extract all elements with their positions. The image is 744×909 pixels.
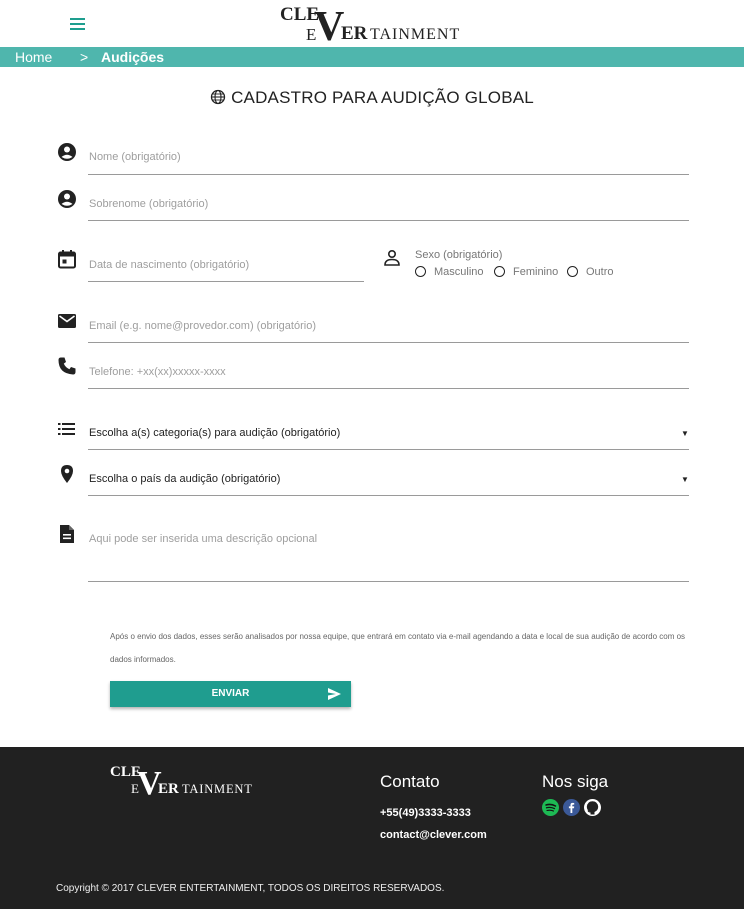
list-icon [58, 423, 75, 435]
submission-note: Após o envio dos dados, esses serão anal… [110, 632, 686, 664]
breadcrumb: Home > Audições [0, 47, 744, 67]
radio-button[interactable] [567, 266, 578, 277]
description-textarea[interactable]: Aqui pode ser inserida uma descrição opc… [89, 533, 317, 545]
page-title: CADASTRO PARA AUDIÇÃO GLOBAL [0, 88, 744, 108]
clever-logo[interactable]: CLE V E ER TAINMENT [280, 2, 470, 44]
calendar-icon [58, 250, 76, 269]
submit-button-label: ENVIAR [211, 688, 250, 699]
footer-clever-logo[interactable]: CLE V E ER TAINMENT [110, 761, 260, 797]
svg-text:TAINMENT: TAINMENT [370, 26, 460, 43]
account-circle-icon [58, 190, 76, 208]
facebook-icon[interactable] [563, 799, 580, 816]
copyright-text: Copyright © 2017 CLEVER ENTERTAINMENT, T… [56, 883, 445, 894]
svg-text:V: V [314, 4, 344, 44]
gender-radio-female[interactable]: Feminino [494, 266, 558, 278]
github-icon[interactable] [584, 799, 601, 816]
breadcrumb-separator: > [80, 49, 89, 65]
radio-button[interactable] [415, 266, 426, 277]
chevron-down-icon[interactable]: ▼ [681, 475, 689, 484]
gender-radio-other[interactable]: Outro [567, 266, 614, 278]
birthdate-input[interactable]: Data de nascimento (obrigatório) [89, 259, 249, 271]
svg-text:ER: ER [158, 781, 179, 797]
gender-legend: Sexo (obrigatório) [415, 249, 503, 261]
svg-text:TAINMENT: TAINMENT [182, 782, 253, 796]
email-underline [88, 342, 689, 343]
spotify-icon[interactable] [542, 799, 559, 816]
phone-underline [88, 388, 689, 389]
last-name-underline [88, 220, 689, 221]
svg-text:E: E [131, 781, 139, 796]
country-underline [88, 495, 689, 496]
footer: CLE V E ER TAINMENT Contato +55(49)3333-… [0, 747, 744, 909]
radio-label: Masculino [434, 266, 484, 278]
send-icon [328, 688, 341, 700]
mail-icon [58, 314, 76, 328]
page-title-text: CADASTRO PARA AUDIÇÃO GLOBAL [231, 88, 534, 107]
last-name-input[interactable]: Sobrenome (obrigatório) [89, 198, 208, 210]
category-select-value[interactable]: Escolha a(s) categoria(s) para audição (… [89, 427, 340, 439]
breadcrumb-home-link[interactable]: Home [15, 47, 52, 67]
menu-icon[interactable] [70, 18, 85, 30]
header: CLE V E ER TAINMENT [0, 0, 744, 47]
submit-button[interactable]: ENVIAR [110, 681, 351, 707]
contact-email[interactable]: contact@clever.com [380, 829, 487, 841]
chevron-down-icon[interactable]: ▼ [681, 429, 689, 438]
phone-input[interactable]: Telefone: +xx(xx)xxxxx-xxxx [89, 366, 226, 378]
radio-label: Feminino [513, 266, 559, 278]
follow-title: Nos siga [542, 772, 609, 791]
globe-icon [210, 89, 226, 105]
description-underline [88, 581, 689, 582]
account-circle-icon [58, 143, 76, 161]
first-name-input[interactable]: Nome (obrigatório) [89, 151, 181, 163]
first-name-underline [88, 174, 689, 175]
radio-label: Outro [586, 266, 614, 278]
contact-phone[interactable]: +55(49)3333-3333 [380, 807, 471, 819]
location-pin-icon [61, 465, 73, 483]
country-select-value[interactable]: Escolha o país da audição (obrigatório) [89, 473, 280, 485]
category-underline [88, 449, 689, 450]
contact-title: Contato [380, 772, 440, 791]
person-outline-icon [384, 249, 400, 266]
email-input[interactable]: Email (e.g. nome@provedor.com) (obrigató… [89, 320, 316, 332]
radio-button[interactable] [494, 266, 505, 277]
svg-text:ER: ER [341, 23, 368, 44]
breadcrumb-current: Audições [101, 49, 165, 65]
document-icon [60, 525, 74, 543]
gender-radio-male[interactable]: Masculino [415, 266, 484, 278]
birthdate-underline [88, 281, 364, 282]
phone-icon [58, 357, 76, 375]
svg-text:E: E [306, 25, 316, 44]
